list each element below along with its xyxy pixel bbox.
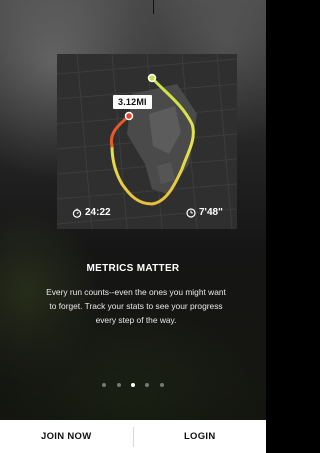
pace-value: 7'48" bbox=[199, 207, 223, 218]
page-indicator bbox=[0, 376, 266, 394]
stopwatch-icon bbox=[72, 208, 82, 218]
route-map-graphic bbox=[57, 54, 237, 229]
page-dot-active[interactable] bbox=[131, 382, 135, 387]
clock-icon bbox=[186, 207, 196, 218]
page-dot[interactable] bbox=[159, 382, 164, 387]
hero-divider-line bbox=[153, 0, 154, 14]
login-button[interactable]: LOGIN bbox=[134, 431, 267, 442]
join-now-button[interactable]: JOIN NOW bbox=[0, 431, 133, 442]
distance-badge: 3.12MI bbox=[113, 95, 152, 109]
page-dot[interactable] bbox=[102, 382, 107, 387]
elapsed-time-value: 24:22 bbox=[85, 207, 111, 218]
bottom-action-bar: JOIN NOW LOGIN bbox=[0, 420, 266, 453]
page-dot[interactable] bbox=[145, 382, 150, 387]
route-end-marker bbox=[124, 111, 134, 121]
page-dot[interactable] bbox=[116, 382, 121, 387]
onboarding-body: Every run counts--even the ones you migh… bbox=[46, 287, 226, 325]
elapsed-time: 24:22 bbox=[72, 207, 111, 218]
route-start-marker bbox=[147, 73, 157, 83]
onboarding-headline: METRICS MATTER bbox=[86, 263, 180, 274]
route-map bbox=[57, 54, 237, 229]
pace: 7'48" bbox=[186, 207, 223, 218]
